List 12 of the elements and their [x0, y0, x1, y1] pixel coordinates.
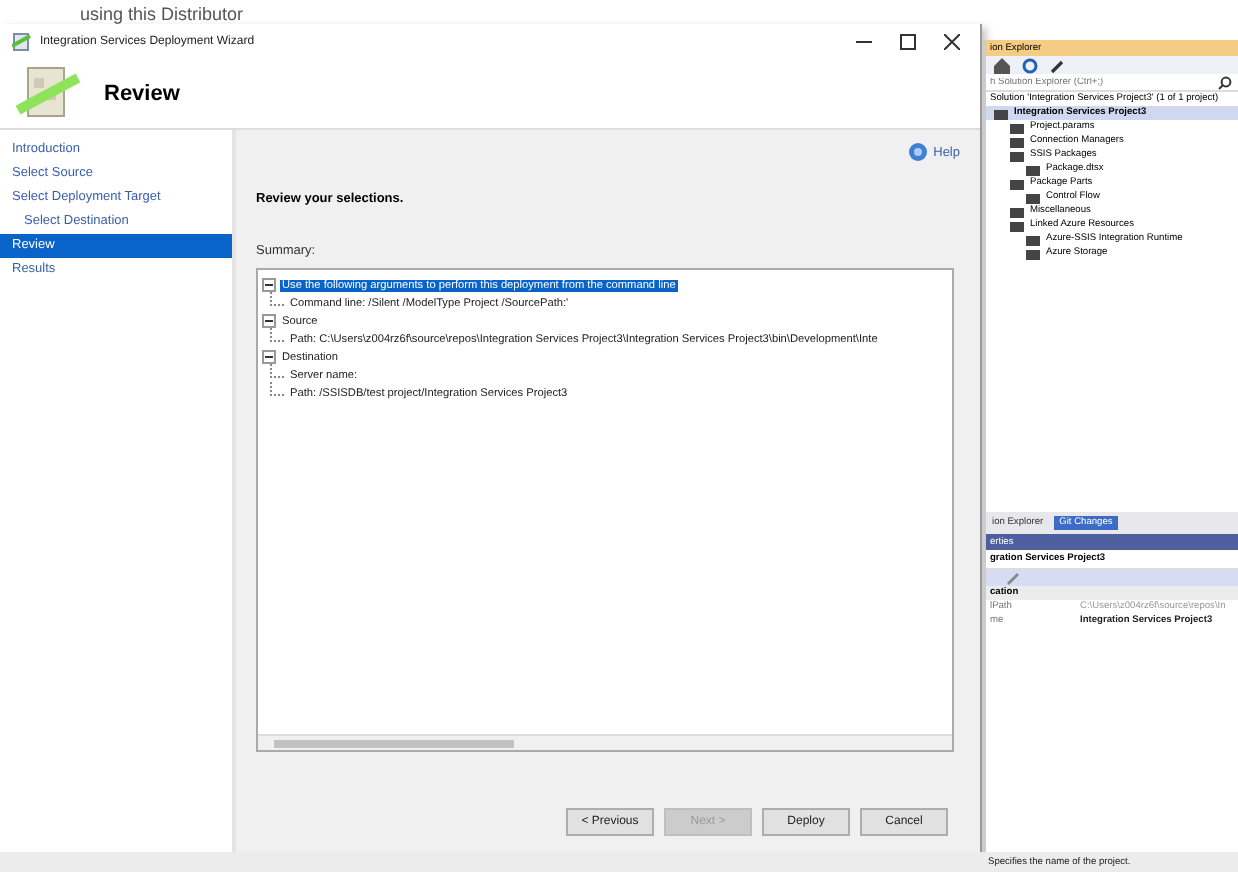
- page-heading: Review: [104, 82, 180, 106]
- maximize-icon[interactable]: [900, 34, 916, 50]
- collapse-icon[interactable]: [262, 350, 276, 364]
- close-icon[interactable]: [944, 34, 960, 50]
- background-text: using this Distributor: [80, 4, 244, 24]
- collapse-icon[interactable]: [262, 314, 276, 328]
- wizard-icon: [12, 32, 32, 52]
- help-icon[interactable]: [907, 142, 928, 162]
- collapse-icon[interactable]: [262, 278, 276, 292]
- scroll-thumb[interactable]: [274, 739, 514, 747]
- search-icon[interactable]: [1218, 75, 1232, 89]
- horizontal-scrollbar[interactable]: [258, 734, 952, 750]
